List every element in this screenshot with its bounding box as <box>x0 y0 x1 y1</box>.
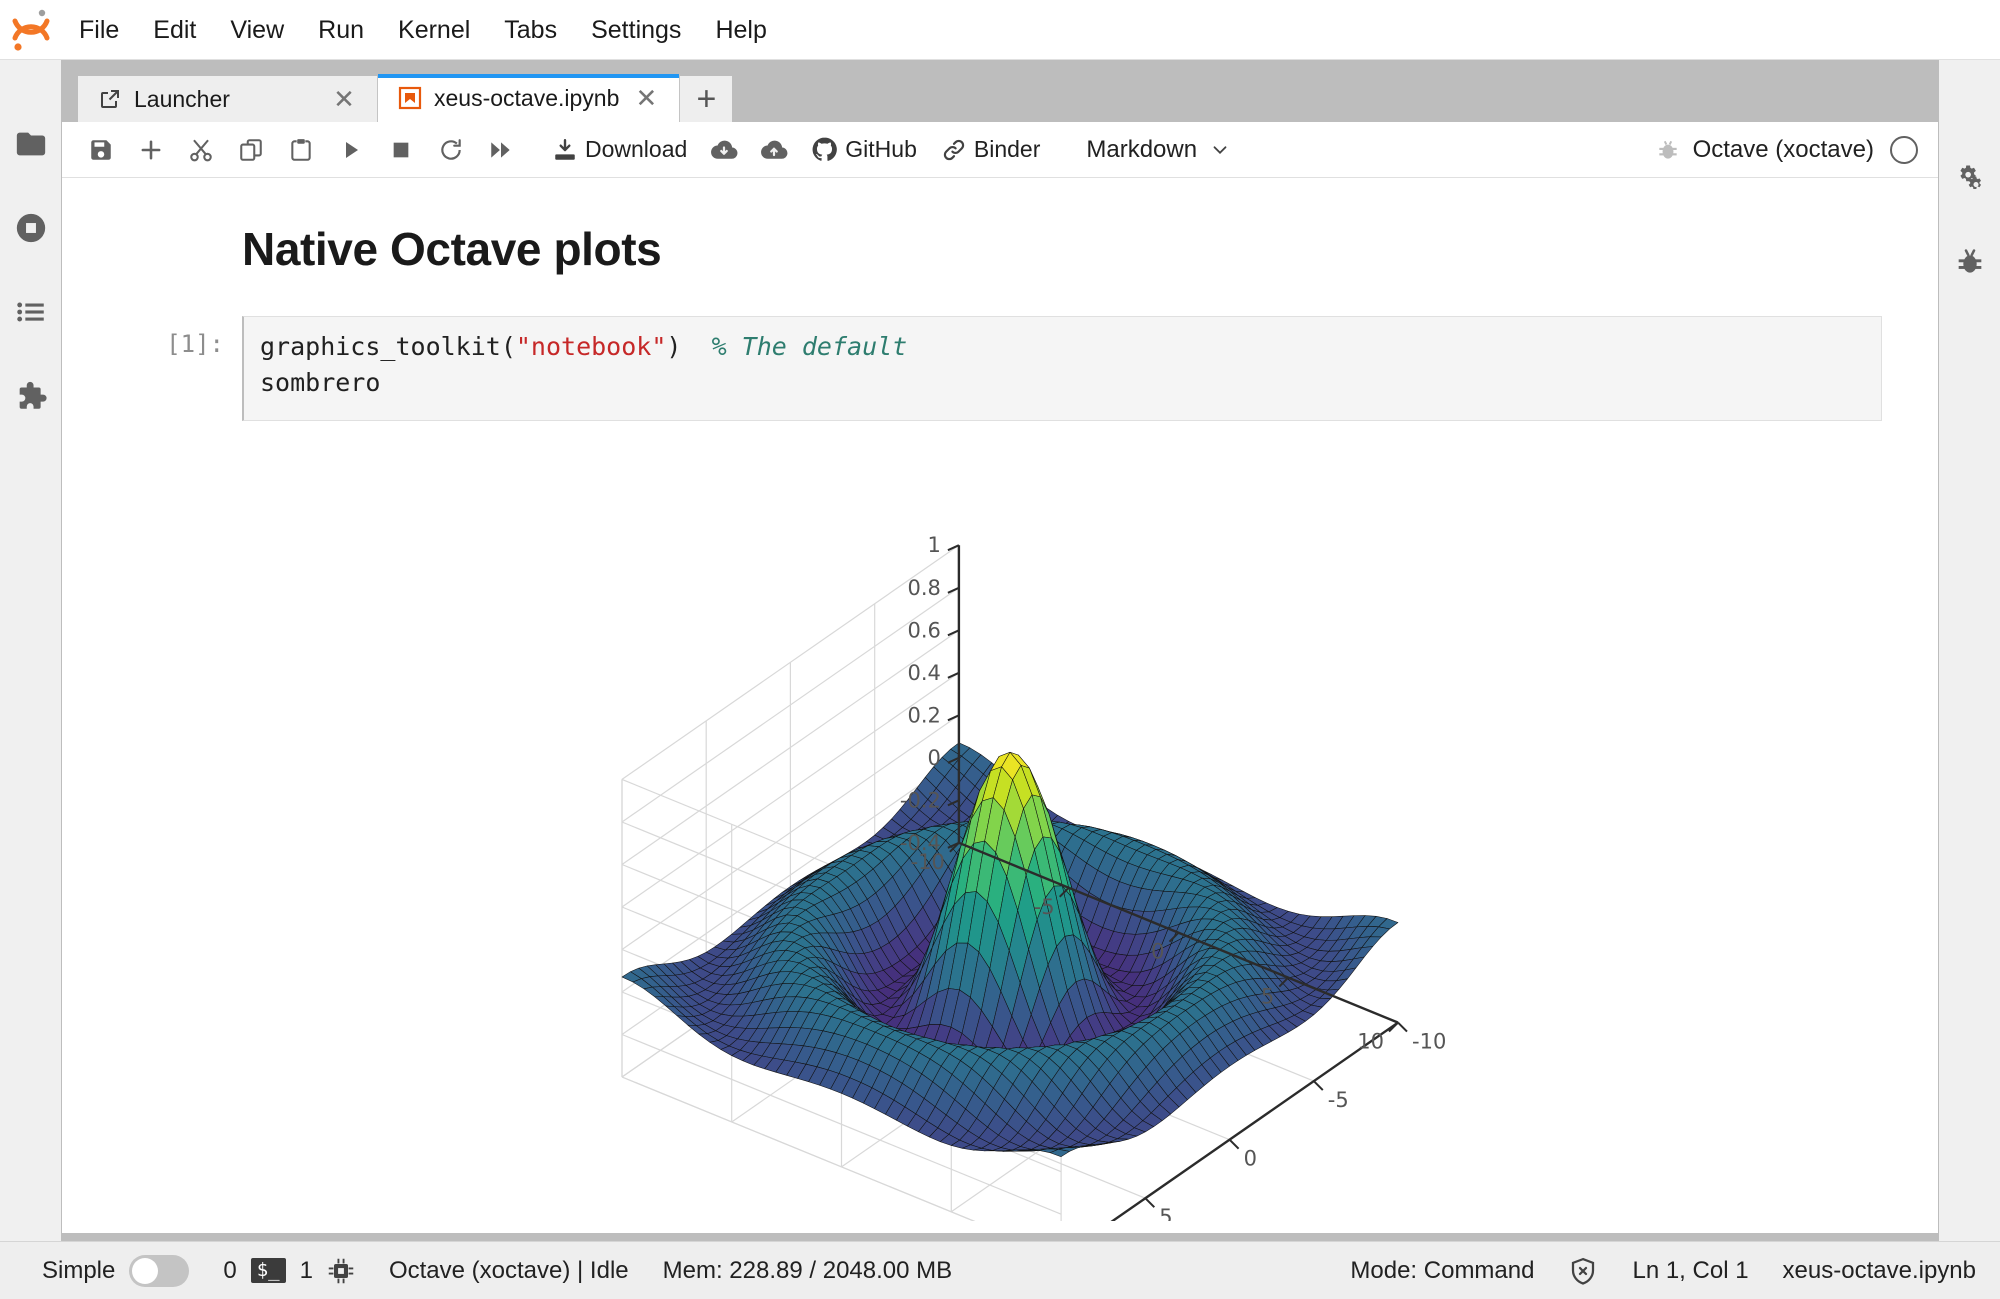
cursor-position[interactable]: Ln 1, Col 1 <box>1632 1257 1748 1285</box>
insert-cell-button[interactable] <box>126 127 176 173</box>
menu-bar: File Edit View Run Kernel Tabs Settings … <box>0 0 2000 60</box>
terminal-icon: $_ <box>250 1258 286 1283</box>
sidebar-item-extension-manager[interactable] <box>0 354 62 438</box>
tab-xeus-octave-ipynb-label: xeus-octave.ipynb <box>434 84 620 111</box>
notebook-filename: xeus-octave.ipynb <box>1782 1256 1976 1284</box>
jupyter-logo-icon[interactable] <box>0 7 62 53</box>
terminal-count: 1 <box>299 1256 313 1284</box>
edit-mode-status[interactable]: Mode: Command <box>1350 1257 1534 1285</box>
run-cell-button[interactable] <box>326 127 376 173</box>
kernel-count: 0 <box>223 1256 237 1284</box>
code-comment: % The default <box>711 332 908 361</box>
download-button[interactable]: Download <box>540 127 699 173</box>
svg-text:5: 5 <box>1261 984 1274 1008</box>
notebook-icon <box>398 86 422 110</box>
svg-text:0.4: 0.4 <box>907 660 940 684</box>
right-sidebar <box>1938 60 2000 1241</box>
notebook-scroll-area[interactable]: Native Octave plots [1]: graphics_toolki… <box>62 178 1938 1233</box>
sidebar-item-table-of-contents[interactable] <box>0 270 62 354</box>
menu-edit[interactable]: Edit <box>136 0 213 60</box>
menu-file[interactable]: File <box>62 0 136 60</box>
download-label: Download <box>585 136 688 162</box>
kernel-idle-circle[interactable] <box>1890 135 1918 164</box>
svg-text:-10: -10 <box>911 849 945 873</box>
code-paren: ) <box>666 332 682 361</box>
cell-editor[interactable]: graphics_toolkit("notebook") % The defau… <box>242 316 1882 421</box>
sidebar-item-debugger[interactable] <box>1939 220 2000 304</box>
github-label: GitHub <box>845 136 917 162</box>
interrupt-kernel-button[interactable] <box>376 127 426 173</box>
restart-and-run-all-button[interactable] <box>476 127 526 173</box>
jupyterlab-window: File Edit View Run Kernel Tabs Settings … <box>0 0 2000 1299</box>
close-icon[interactable]: ✕ <box>631 83 661 114</box>
svg-text:0.2: 0.2 <box>907 703 940 727</box>
cloud-download-button[interactable] <box>699 127 749 173</box>
svg-text:-5: -5 <box>1328 1088 1349 1112</box>
svg-text:10: 10 <box>1357 1029 1384 1053</box>
menu-help[interactable]: Help <box>698 0 783 60</box>
menu-kernel[interactable]: Kernel <box>381 0 487 60</box>
menu-settings[interactable]: Settings <box>574 0 698 60</box>
shield-x-icon[interactable] <box>1568 1256 1598 1286</box>
sidebar-item-property-inspector[interactable] <box>1939 136 2000 220</box>
svg-text:-5: -5 <box>1034 894 1055 918</box>
sidebar-item-file-browser[interactable] <box>0 102 62 186</box>
status-bar: Simple 0 $_ 1 Octave (xoctave) | Idle Me… <box>0 1241 2000 1299</box>
code-line-2: sombrero <box>260 368 381 398</box>
simple-mode-toggle[interactable] <box>129 1254 190 1287</box>
cut-cells-button[interactable] <box>176 127 226 173</box>
tab-xeus-octave-ipynb[interactable]: xeus-octave.ipynb ✕ <box>378 74 681 122</box>
code-cell[interactable]: [1]: graphics_toolkit("notebook") % The … <box>62 316 1938 421</box>
binder-label: Binder <box>973 136 1041 162</box>
close-icon[interactable]: ✕ <box>329 84 359 115</box>
svg-text:5: 5 <box>1159 1205 1172 1221</box>
debugger-toggle-button[interactable] <box>1643 127 1693 173</box>
kernel-name-label[interactable]: Octave (xoctave) <box>1693 136 1874 164</box>
save-button[interactable] <box>76 127 126 173</box>
svg-text:0.8: 0.8 <box>907 575 940 599</box>
cloud-upload-button[interactable] <box>749 127 799 173</box>
svg-text:-0.2: -0.2 <box>900 788 941 812</box>
simple-mode-label: Simple <box>42 1256 116 1284</box>
github-button[interactable]: GitHub <box>799 127 929 173</box>
cpu-icon <box>327 1257 355 1285</box>
code-string-literal: "notebook" <box>515 332 667 361</box>
restart-kernel-button[interactable] <box>426 127 476 173</box>
copy-cells-button[interactable] <box>226 127 276 173</box>
svg-text:1: 1 <box>928 533 941 557</box>
svg-text:-10: -10 <box>1412 1029 1446 1053</box>
page-title: Native Octave plots <box>242 223 662 275</box>
chevron-down-icon <box>1213 145 1227 154</box>
sidebar-item-running-kernels[interactable] <box>0 186 62 270</box>
memory-usage: Mem: 228.89 / 2048.00 MB <box>662 1256 953 1284</box>
kernel-count-group[interactable]: 0 $_ 1 <box>223 1257 355 1285</box>
notebook-panel: Native Octave plots [1]: graphics_toolki… <box>62 178 1938 1241</box>
svg-text:0.6: 0.6 <box>907 618 940 642</box>
left-sidebar <box>0 60 62 1241</box>
menu-view[interactable]: View <box>213 0 301 60</box>
sombrero-surface-plot: -0.4-0.200.20.40.60.811050-5-10-10-50510 <box>621 533 1446 1221</box>
launcher-icon <box>98 87 122 111</box>
workspace: Launcher ✕ xeus-octave.ipynb ✕ + Downloa… <box>0 60 2000 1241</box>
svg-text:0: 0 <box>928 745 941 769</box>
cell-output-area: -0.4-0.200.20.40.60.811050-5-10-10-50510 <box>62 421 1938 1234</box>
tab-bar: Launcher ✕ xeus-octave.ipynb ✕ + <box>62 68 1938 122</box>
simple-mode-group: Simple <box>42 1254 190 1287</box>
svg-text:0: 0 <box>1151 939 1164 963</box>
svg-text:0: 0 <box>1244 1146 1257 1170</box>
cell-prompt: [1]: <box>166 330 224 358</box>
code-fn-call: graphics_toolkit( <box>260 332 516 361</box>
menu-tabs[interactable]: Tabs <box>487 0 574 60</box>
paste-cells-button[interactable] <box>276 127 326 173</box>
new-launcher-button[interactable]: + <box>680 76 733 122</box>
kernel-status-text[interactable]: Octave (xoctave) | Idle <box>389 1257 629 1285</box>
binder-button[interactable]: Binder <box>929 127 1052 173</box>
cell-type-dropdown[interactable]: Markdown <box>1070 129 1243 171</box>
main-area: Launcher ✕ xeus-octave.ipynb ✕ + Downloa… <box>62 60 1938 1241</box>
tab-launcher-label: Launcher <box>134 85 230 112</box>
tab-launcher[interactable]: Launcher ✕ <box>78 76 378 122</box>
cell-type-value: Markdown <box>1086 135 1198 163</box>
menu-run[interactable]: Run <box>301 0 381 60</box>
notebook-toolbar: Download GitHub Binder Markdown Octave (… <box>62 122 1938 178</box>
